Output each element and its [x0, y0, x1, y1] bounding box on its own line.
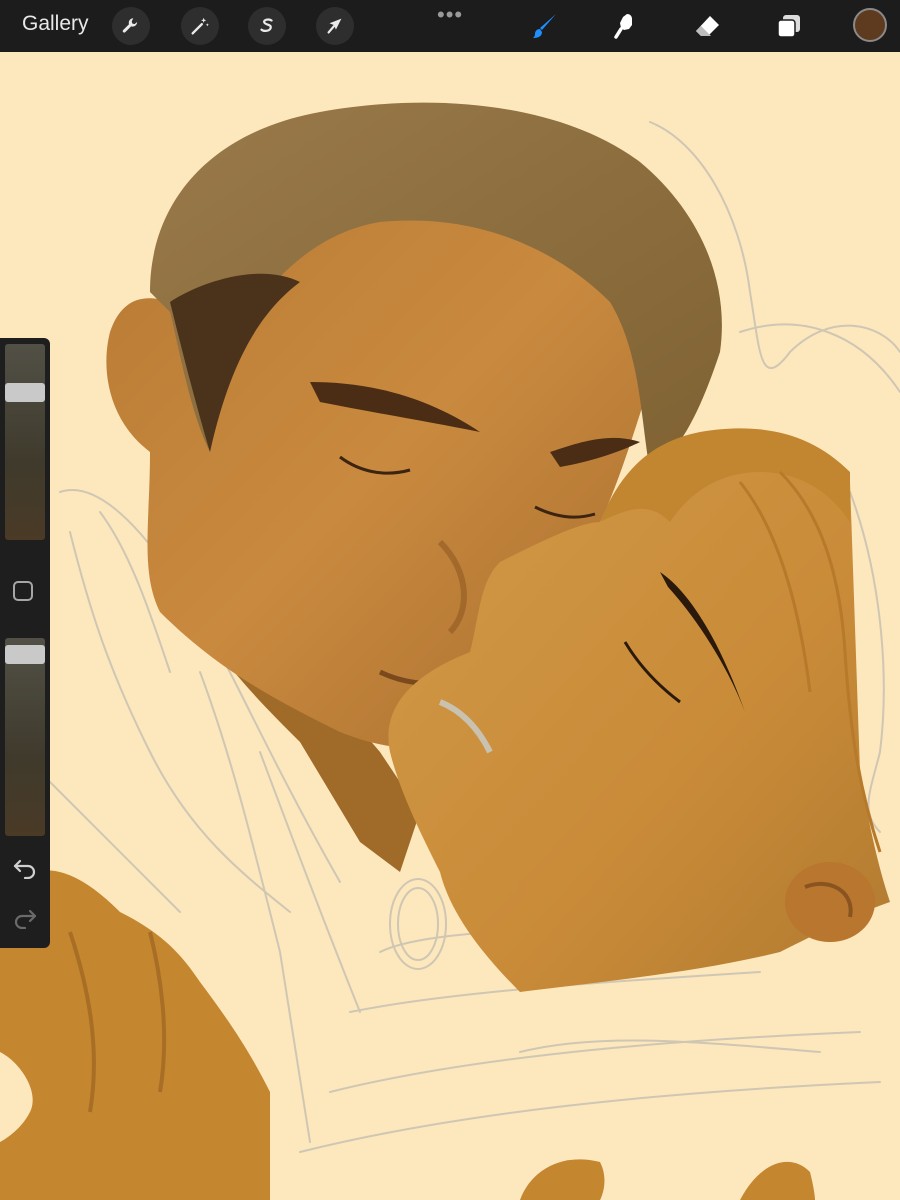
- magic-wand-icon[interactable]: [181, 7, 219, 45]
- color-swatch[interactable]: [853, 8, 887, 42]
- arrow-cursor-icon[interactable]: [316, 7, 354, 45]
- square-icon[interactable]: [13, 581, 33, 601]
- brush-opacity-thumb[interactable]: [5, 645, 45, 664]
- more-options-icon[interactable]: •••: [437, 2, 463, 28]
- artwork: [0, 52, 900, 1200]
- selection-s-icon[interactable]: [248, 7, 286, 45]
- top-toolbar: Gallery •••: [0, 0, 900, 52]
- undo-arrow-icon[interactable]: [11, 854, 39, 882]
- drawing-canvas[interactable]: [0, 52, 900, 1200]
- gallery-button[interactable]: Gallery: [22, 12, 89, 36]
- brush-opacity-slider[interactable]: [5, 638, 45, 836]
- eraser-icon[interactable]: [689, 8, 725, 44]
- smudge-icon[interactable]: [607, 8, 643, 44]
- layers-icon[interactable]: [771, 8, 807, 44]
- brush-icon[interactable]: [527, 8, 563, 44]
- brush-side-panel: [0, 338, 50, 948]
- brush-size-slider[interactable]: [5, 344, 45, 540]
- redo-arrow-icon[interactable]: [11, 904, 39, 932]
- wrench-icon[interactable]: [112, 7, 150, 45]
- brush-size-thumb[interactable]: [5, 383, 45, 402]
